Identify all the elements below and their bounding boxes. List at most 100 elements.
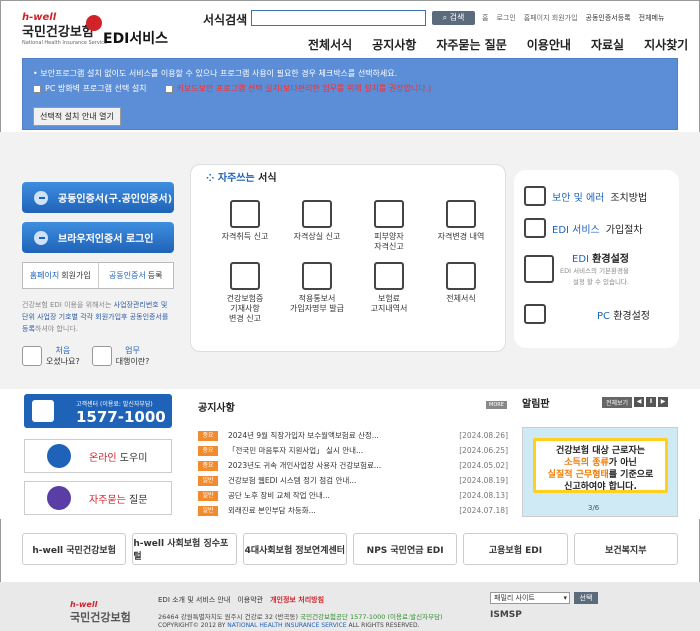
footer-link-terms[interactable]: 이용약관 [237,595,263,605]
notice-title: 2023년도 귀속 개인사업장 사용자 건강보험료... [228,461,382,470]
top-link-cert[interactable]: 공동인증서등록 [586,13,631,23]
form-roster[interactable]: 적용통보서 가입자명부 발급 [281,262,353,324]
nav-forms[interactable]: 전체서식 [308,36,352,53]
pc-settings-link[interactable]: PC 환경설정 [524,304,650,324]
view-all-button[interactable]: 전체보기 [602,397,633,408]
notice-tag: 일반 [198,490,218,501]
faq-button[interactable]: 자주묻는 질문 [24,481,172,515]
cert-login-button[interactable]: 공동인증서(구.공인인증서) [22,182,174,213]
form-card-change[interactable]: 건강보험증 기재사항 변경 신고 [209,262,281,324]
banner-mohw[interactable]: 보건복지부 [573,533,678,565]
notice-date: [2024.08.19] [459,476,508,485]
form-label: 자격상실 신고 [293,232,341,241]
hand-icon [47,444,71,468]
more-button[interactable]: MORE [486,401,507,409]
family-select-button[interactable]: 선택 [574,592,598,604]
footer: h-well 국민건강보험 EDI 소개 및 서비스 안내 이용약관 개인정보 처… [0,582,700,631]
firewall-option[interactable]: PC 방화벽 프로그램 선택 설치 [33,83,147,94]
nhis-logo[interactable]: h-well 국민건강보험 National Health Insurance … [22,12,107,46]
nav-library[interactable]: 자료실 [591,36,624,53]
nav-branch[interactable]: 지사찾기 [644,36,688,53]
prev-icon[interactable]: ◀ [634,397,645,407]
top-link-join[interactable]: 홈페이지 회원가입 [524,13,578,23]
footer-link-intro[interactable]: EDI 소개 및 서비스 안내 [158,595,230,605]
pause-icon[interactable]: Ⅱ [646,397,657,407]
alarm-message: 건강보험 대상 근로자는 소득의 종류가 아닌 실질적 근무형태를 기준으로 신… [533,438,668,493]
register-row: 홈페이지 회원가입 공동인증서 등록 [22,262,174,289]
firewall-label: PC 방화벽 프로그램 선택 설치 [45,84,147,93]
online-helper-button[interactable]: 온라인 도우미 [24,439,172,473]
banner-row: h-well 국민건강보험 h-well 사회보험 징수포털 4대사회보험 정보… [22,533,678,565]
family-site-select[interactable]: 패밀리 사이트 ▾ [490,592,570,604]
alarm-line1: 건강보험 대상 근로자는 [555,446,646,456]
notice-text: • 보안프로그램 설치 없이도 서비스를 이용할 수 있으나 프로그램 사용이 … [33,69,398,78]
notice-item[interactable]: 일반 공단 노후 장비 교체 작업 안내... [2024.08.13] [198,488,508,503]
notice-item[interactable]: 중요 「전국민 마음투자 지원사업」 실시 안내... [2024.06.25] [198,443,508,458]
monitor-settings-icon [524,304,546,324]
top-link-allmenu[interactable]: 전체메뉴 [639,13,665,23]
notice-item[interactable]: 일반 건강보험 웹EDI 시스템 정기 점검 안내... [2024.08.19] [198,473,508,488]
nav-faq[interactable]: 자주묻는 질문 [436,36,506,53]
settings-panel: 보안 및 에러 조치방법 EDI 서비스 가입절차 EDI 환경설정 EDI 서비스의… [514,170,679,348]
install-guide-button[interactable]: 선택적 설치 안내 열기 [33,107,121,126]
form-acquire[interactable]: 자격취득 신고 [209,200,281,252]
alarm-banner[interactable]: 건강보험 대상 근로자는 소득의 종류가 아닌 실질적 근무형태를 기준으로 신… [522,427,678,517]
join-procedure-link[interactable]: EDI 서비스 가입절차 [524,218,643,238]
footer-hwell: h-well [70,600,98,609]
notice-item[interactable]: 중요 2024년 9월 직장가입자 보수월액보험료 산정... [2024.08.2… [198,428,508,443]
desc-part-c: 하셔야 합니다. [34,325,78,333]
form-dependent[interactable]: 피부양자 자격신고 [353,200,425,252]
form-change-history[interactable]: 자격변경 내역 [425,200,497,252]
banner-nhis[interactable]: h-well 국민건강보험 [22,533,127,565]
top-links: 홈 로그인 홈페이지 회원가입 공동인증서등록 전체메뉴 [482,13,664,23]
copy-a: COPYRIGHT© 2012 BY [158,622,228,629]
search-input[interactable] [251,10,426,26]
footer-link-privacy[interactable]: 개인정보 처리방침 [270,595,324,605]
nav-notice[interactable]: 공지사항 [372,36,416,53]
edi-settings-link[interactable]: EDI 환경설정 EDI 서비스의 기본환경을 설정 할 수 있습니다. [524,250,629,287]
q2-b: 대행이란? [115,357,150,366]
agency-link[interactable]: 업무 대행이란? [91,345,150,367]
join-link[interactable]: 홈페이지 회원가입 [23,263,99,288]
top-link-home[interactable]: 홈 [482,13,488,23]
person-document-icon [374,200,404,228]
form-all[interactable]: 전체서식 [425,262,497,324]
cert-login-label: 공동인증서(구.공인인증서) [58,194,173,205]
desc-part-a: 건강보험 EDI 이용을 위해서는 [22,301,114,309]
q1-a: 처음 [55,346,71,355]
logo-sub: National Health Insurance Service [22,40,108,46]
nav-guide[interactable]: 이용안내 [527,36,571,53]
online-a: 온라인 [89,452,117,464]
search-button[interactable]: ⌕ 검색 [432,11,475,25]
form-loss[interactable]: 자격상실 신고 [281,200,353,252]
form-premium[interactable]: 보험료 고지내역서 [353,262,425,324]
cert-register-link[interactable]: 공동인증서 등록 [99,263,174,288]
notice-list: 중요 2024년 9월 직장가입자 보수월액보험료 산정... [2024.08.2… [198,428,508,518]
top-link-login[interactable]: 로그인 [496,13,515,23]
notice-title: 공단 노후 장비 교체 작업 안내... [228,491,330,500]
footer-name: 국민건강보험 [70,611,131,624]
banner-4insurance[interactable]: 4대사회보험 정보연계센터 [242,533,347,565]
bottom-area: 고객센터 (이용료: 발신자부담) 1577-1000 온라인 도우미 자주묻는… [0,389,700,519]
alarm-line3b: 를 기준으로 [608,470,654,480]
form-label: 보험료 고지내역서 [370,294,408,313]
security-error-link[interactable]: 보안 및 에러 조치방법 [524,186,647,206]
notice-item[interactable]: 일반 외래진료 본인부담 차등화... [2024.07.18] [198,503,508,518]
banner-employment[interactable]: 고용보험 EDI [463,533,568,565]
r3-a: EDI [572,254,589,265]
first-visit-link[interactable]: 처음 오셨나요? [22,345,80,367]
keyboard-checkbox[interactable] [164,84,173,93]
all-documents-icon [446,262,476,290]
notice-item[interactable]: 중요 2023년도 귀속 개인사업장 사용자 건강보험료... [2024.05.0… [198,458,508,473]
form-label: 자격취득 신고 [221,232,269,241]
keyboard-option[interactable]: 키보드보안 프로그램 선택 설치(보다편리한 업무를 위해 설치를 권장합니다.… [164,83,431,94]
browser-login-button[interactable]: 브라우저인증서 로그인 [22,222,174,253]
r1-a: 보안 및 에러 [552,192,605,204]
notice-date: [2024.08.13] [459,491,508,500]
r2-a: EDI 서비스 [552,224,600,236]
firewall-checkbox[interactable] [33,84,41,93]
next-icon[interactable]: ▶ [658,397,669,407]
notice-date: [2024.07.18] [459,506,508,515]
banner-nps[interactable]: NPS 국민연금 EDI [352,533,458,565]
banner-social[interactable]: h-well 사회보험 징수포털 [132,533,237,565]
